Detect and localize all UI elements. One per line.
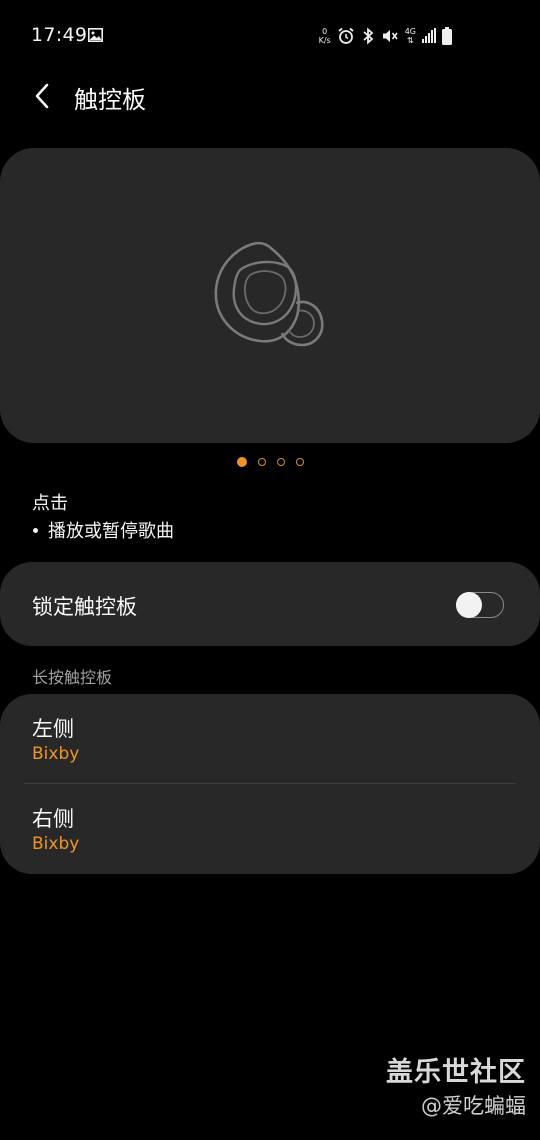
watermark-author: @爱吃蝙蝠 <box>421 1094 526 1118</box>
status-time: 17:49 <box>31 24 88 46</box>
lock-touchpad-label: 锁定触控板 <box>32 595 137 619</box>
long-press-card: 左侧 Bixby 右侧 Bixby <box>0 694 540 874</box>
toggle-knob <box>456 592 482 618</box>
left-title: 左侧 <box>32 717 74 741</box>
status-icons: 0 K/s 4G ⇅ <box>319 24 452 48</box>
signal-icon <box>422 28 436 43</box>
image-icon <box>88 28 103 42</box>
page-dot-3[interactable] <box>276 458 285 466</box>
lock-touchpad-row[interactable]: 锁定触控板 <box>0 562 540 646</box>
long-press-section-title: 长按触控板 <box>32 668 113 687</box>
chevron-left-icon <box>35 83 49 109</box>
network-type: 4G ⇅ <box>404 27 416 45</box>
illustration-card[interactable] <box>0 148 540 443</box>
bullet-icon <box>33 527 38 533</box>
back-button[interactable] <box>24 78 60 114</box>
bluetooth-icon <box>363 27 374 45</box>
page-dot-1[interactable] <box>236 457 247 467</box>
page-title: 触控板 <box>74 86 146 114</box>
right-value: Bixby <box>32 834 80 854</box>
page-dot-4[interactable] <box>295 458 304 466</box>
page-dot-2[interactable] <box>257 458 266 466</box>
lock-touchpad-toggle[interactable] <box>456 592 504 618</box>
battery-icon <box>442 27 452 45</box>
mute-icon <box>382 30 398 42</box>
gesture-description-text: 播放或暂停歌曲 <box>48 521 174 542</box>
alarm-icon <box>338 27 354 44</box>
gesture-description: 播放或暂停歌曲 <box>32 517 174 543</box>
watermark-logo: 盖乐世社区 <box>386 1057 526 1088</box>
right-title: 右侧 <box>32 807 74 831</box>
long-press-left-row[interactable]: 左侧 Bixby <box>0 694 540 784</box>
netspeed-indicator: 0 K/s <box>318 27 331 45</box>
page-indicator[interactable] <box>0 457 540 467</box>
left-value: Bixby <box>32 744 80 764</box>
status-bar: 17:49 0 K/s 4G ⇅ <box>0 0 540 72</box>
earbud-icon <box>214 241 324 347</box>
gesture-title: 点击 <box>32 493 68 514</box>
long-press-right-row[interactable]: 右侧 Bixby <box>0 784 540 874</box>
